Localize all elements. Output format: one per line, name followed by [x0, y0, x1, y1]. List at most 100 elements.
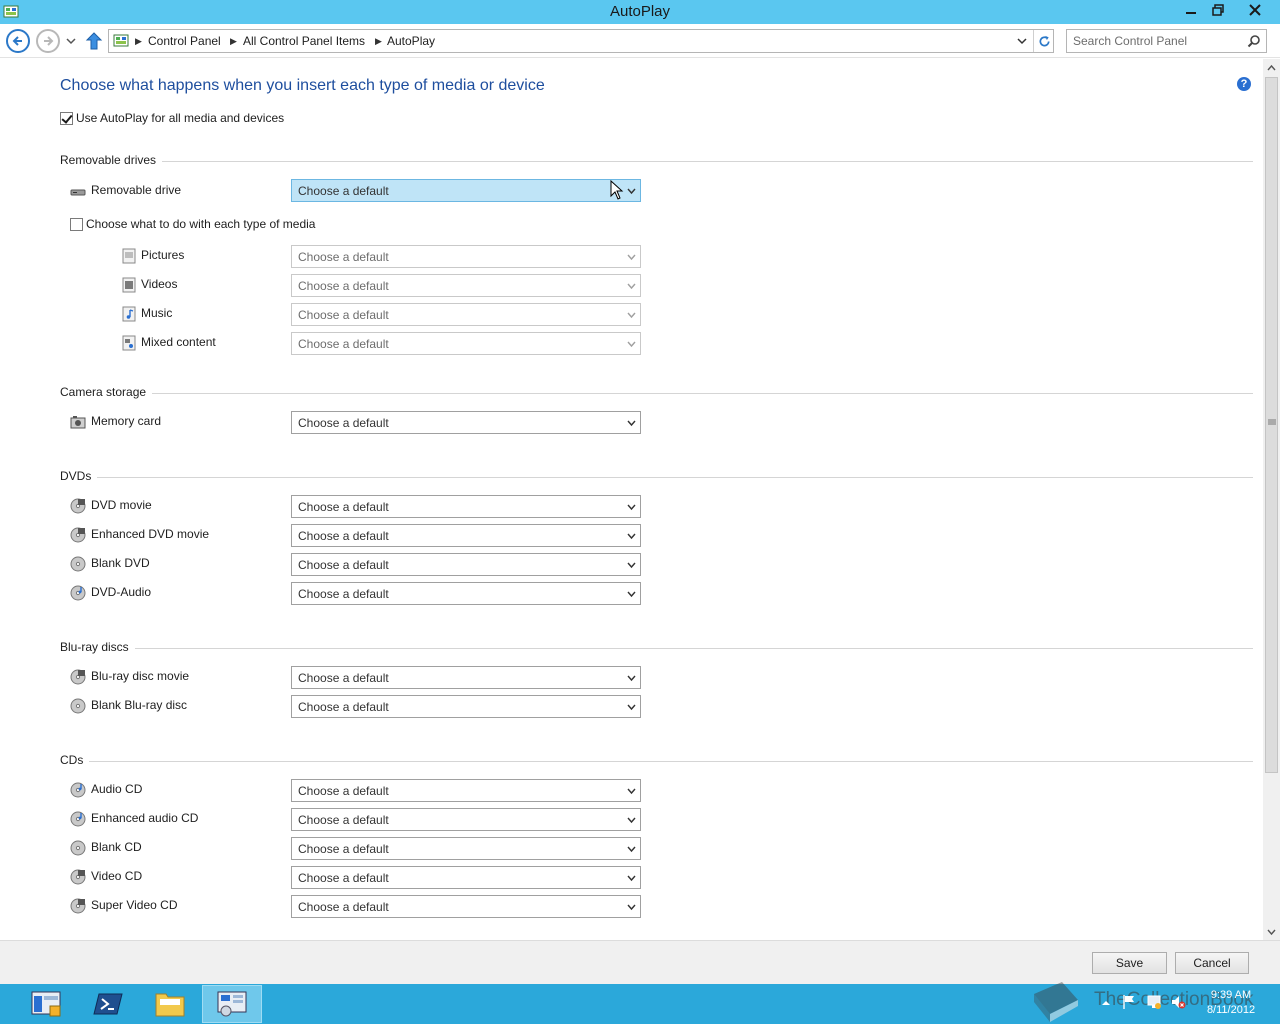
help-icon[interactable]: ? [1237, 77, 1251, 91]
row-label-super-video-cd: Super Video CD [91, 898, 178, 912]
row-label-blank-blu-ray: Blank Blu-ray disc [91, 698, 188, 712]
scroll-up-button[interactable] [1263, 59, 1280, 76]
blank-cd-disc-icon [70, 840, 86, 856]
search-icon[interactable] [1247, 34, 1261, 48]
memory-card-camera-icon [70, 416, 86, 429]
select-value: Choose a default [298, 416, 389, 430]
dvd-movie-select[interactable]: Choose a default [291, 495, 641, 518]
back-button[interactable] [6, 29, 30, 53]
autoplay-settings-panel: Choose what happens when you insert each… [0, 59, 1263, 940]
music-select[interactable]: Choose a default [291, 303, 641, 326]
chevron-down-icon [627, 562, 636, 569]
breadcrumb-autoplay[interactable]: AutoPlay [387, 34, 435, 48]
video-cd-select[interactable]: Choose a default [291, 866, 641, 889]
enhanced-audio-cd-select[interactable]: Choose a default [291, 808, 641, 831]
media-label-pictures: Pictures [141, 248, 185, 262]
videos-select[interactable]: Choose a default [291, 274, 641, 297]
recent-locations-chevron-down-icon[interactable] [64, 34, 78, 48]
chevron-down-icon [627, 704, 636, 711]
select-value: Choose a default [298, 500, 389, 514]
up-arrow-icon[interactable] [85, 31, 103, 51]
each-media-checkbox[interactable] [70, 218, 83, 231]
chevron-down-icon [627, 341, 636, 348]
restore-button[interactable] [1205, 0, 1231, 20]
button-bar: Save Cancel [0, 940, 1280, 984]
blank-blu-ray-select[interactable]: Choose a default [291, 695, 641, 718]
folder-icon [155, 993, 185, 1017]
breadcrumb-all-items[interactable]: All Control Panel Items [243, 34, 365, 48]
server-manager-taskbar-button[interactable] [28, 985, 64, 1023]
media-label-mixed-content: Mixed content [141, 335, 216, 349]
media-label-music: Music [141, 306, 173, 320]
row-label-enhanced-dvd-movie: Enhanced DVD movie [91, 527, 210, 541]
breadcrumb-separator-icon[interactable]: ▶ [135, 36, 142, 47]
forward-button[interactable] [36, 29, 60, 53]
control-panel-window-icon [217, 991, 247, 1017]
video-cd-disc-icon [70, 869, 86, 885]
cancel-button[interactable]: Cancel [1175, 952, 1249, 974]
dvd-movie-disc-icon [70, 498, 86, 514]
blank-dvd-disc-icon [70, 556, 86, 572]
audio-cd-select[interactable]: Choose a default [291, 779, 641, 802]
close-icon [1249, 4, 1261, 16]
removable-drive-select[interactable]: Choose a default [291, 179, 641, 202]
control-panel-taskbar-button[interactable] [202, 985, 262, 1023]
chevron-down-icon [627, 533, 636, 540]
chevron-down-icon [627, 504, 636, 511]
powershell-taskbar-button[interactable] [88, 985, 128, 1023]
file-explorer-taskbar-button[interactable] [150, 985, 190, 1023]
enhanced-dvd-movie-select[interactable]: Choose a default [291, 524, 641, 547]
row-label-audio-cd: Audio CD [91, 782, 143, 796]
row-label-dvd-movie: DVD movie [91, 498, 152, 512]
pictures-select[interactable]: Choose a default [291, 245, 641, 268]
show-hidden-icons-chevron-up-icon[interactable] [1100, 996, 1112, 1010]
page-title: Choose what happens when you insert each… [60, 77, 545, 94]
section-title-blu-ray-discs: Blu-ray discs [60, 640, 135, 654]
search-input[interactable] [1073, 33, 1241, 49]
blank-cd-select[interactable]: Choose a default [291, 837, 641, 860]
address-toolbar: ▶ Control Panel ▶ All Control Panel Item… [0, 24, 1280, 58]
save-button[interactable]: Save [1092, 952, 1167, 974]
book-logo-icon [1034, 982, 1078, 1022]
use-autoplay-label[interactable]: Use AutoPlay for all media and devices [76, 111, 284, 125]
volume-muted-icon[interactable] [1170, 994, 1186, 1010]
grip-icon [1268, 419, 1276, 425]
mixed-content-select[interactable]: Choose a default [291, 332, 641, 355]
chevron-down-icon [627, 875, 636, 882]
super-video-cd-select[interactable]: Choose a default [291, 895, 641, 918]
action-center-flag-icon[interactable] [1122, 994, 1136, 1010]
address-bar[interactable]: ▶ Control Panel ▶ All Control Panel Item… [108, 29, 1054, 53]
blu-ray-movie-select[interactable]: Choose a default [291, 666, 641, 689]
clock-time: 9:39 AM [1210, 989, 1252, 1001]
chevron-down-icon [1267, 929, 1276, 935]
select-value: Choose a default [298, 900, 389, 914]
vertical-scrollbar[interactable] [1263, 59, 1280, 940]
memory-card-select[interactable]: Choose a default [291, 411, 641, 434]
select-value: Choose a default [298, 671, 389, 685]
dvd-audio-select[interactable]: Choose a default [291, 582, 641, 605]
breadcrumb-separator-icon[interactable]: ▶ [230, 36, 237, 47]
select-value: Choose a default [298, 337, 389, 351]
system-clock[interactable]: 9:39 AM 8/11/2012 [1196, 988, 1266, 1018]
row-label-blank-cd: Blank CD [91, 840, 142, 854]
scroll-down-button[interactable] [1263, 923, 1280, 940]
row-label-video-cd: Video CD [91, 869, 143, 883]
network-icon[interactable] [1146, 994, 1162, 1010]
search-box[interactable] [1066, 29, 1267, 53]
scroll-thumb[interactable] [1265, 77, 1278, 773]
select-value: Choose a default [298, 813, 389, 827]
section-title-cds: CDs [60, 753, 90, 767]
blank-dvd-select[interactable]: Choose a default [291, 553, 641, 576]
refresh-button[interactable] [1033, 30, 1054, 52]
enhanced-audio-cd-disc-icon [70, 811, 86, 827]
select-value: Choose a default [298, 529, 389, 543]
address-history-chevron-down-icon[interactable] [1015, 34, 1029, 48]
use-autoplay-checkbox[interactable] [60, 112, 73, 125]
minimize-button[interactable] [1178, 0, 1204, 20]
each-media-label[interactable]: Choose what to do with each type of medi… [86, 217, 315, 231]
close-button[interactable] [1232, 0, 1278, 20]
row-label-enhanced-audio-cd: Enhanced audio CD [91, 811, 199, 825]
section-divider [60, 648, 1253, 649]
breadcrumb-separator-icon[interactable]: ▶ [375, 36, 382, 47]
breadcrumb-control-panel[interactable]: Control Panel [148, 34, 221, 48]
